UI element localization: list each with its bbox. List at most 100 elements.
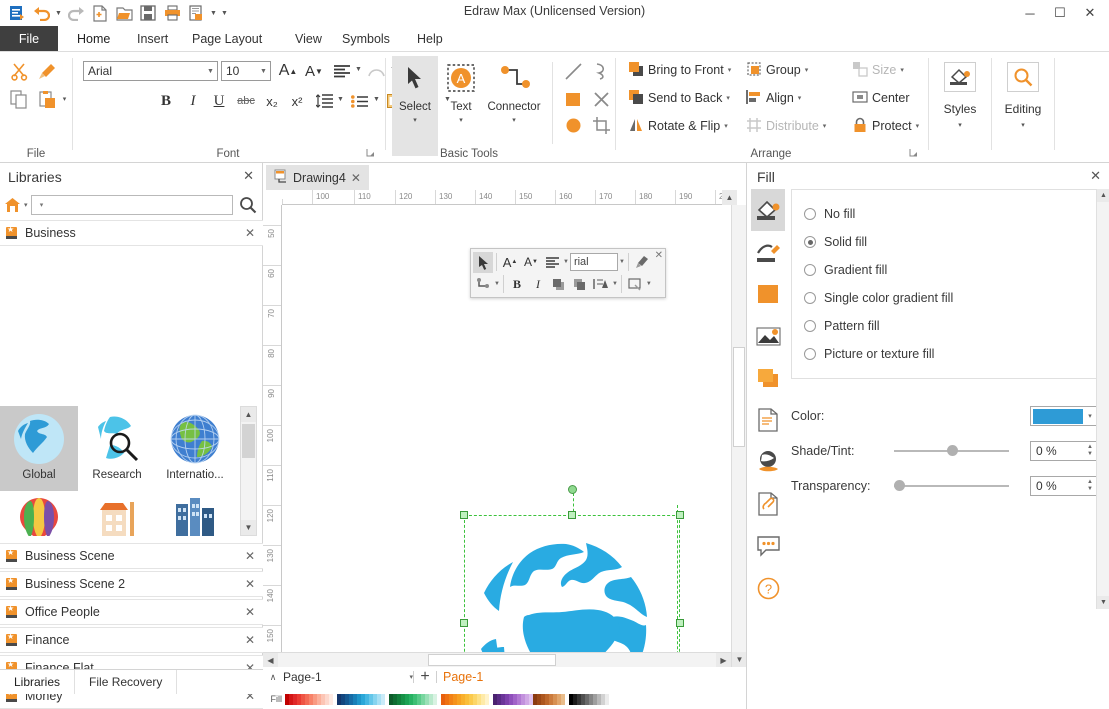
mini-format-painter-icon[interactable] — [632, 252, 652, 273]
group-button[interactable]: Group ▾ — [744, 58, 810, 82]
library-category-close[interactable]: ✕ — [245, 633, 255, 647]
font-size-combo[interactable]: 10 ▼ — [221, 61, 271, 81]
copy-icon[interactable] — [6, 88, 32, 110]
editing-caret[interactable]: ▾ — [1021, 121, 1025, 129]
library-category-office-people[interactable]: Office People ✕ — [0, 599, 263, 625]
mini-shrink-font-icon[interactable]: A ▼ — [521, 252, 541, 273]
cut-icon[interactable] — [6, 60, 32, 82]
shape-grid-scroll-thumb[interactable] — [242, 424, 255, 458]
align-caret[interactable]: ▾ — [798, 94, 802, 102]
grow-font-icon[interactable]: A ▲ — [276, 60, 300, 82]
bring-to-front-button[interactable]: Bring to Front ▾ — [626, 58, 733, 82]
transparency-spinner[interactable]: 0 % ▲ ▼ — [1030, 476, 1098, 496]
mini-align-left-caret[interactable]: ▼ — [612, 281, 618, 287]
shade-tint-slider[interactable] — [894, 444, 1009, 458]
shape-fill-icon[interactable] — [751, 273, 785, 315]
library-category-business-close[interactable]: ✕ — [245, 226, 255, 240]
subscript-icon[interactable]: x₂ — [262, 90, 282, 112]
document-tab-close[interactable]: ✕ — [351, 171, 361, 185]
fill-panel-scrollbar[interactable]: ▲ ▼ — [1096, 189, 1109, 609]
shade-tint-spinner[interactable]: 0 % ▲ ▼ — [1030, 441, 1098, 461]
protect-caret[interactable]: ▾ — [916, 122, 920, 130]
search-icon[interactable] — [233, 196, 263, 214]
mini-grow-font-icon[interactable]: A ▲ — [500, 252, 520, 273]
mini-bring-to-front-icon[interactable] — [549, 274, 569, 295]
picture-icon[interactable] — [751, 315, 785, 357]
drawing-page[interactable]: ✕ A ▲ A ▼ ▼ rial ▼ ▼ B I ▼ ▼ — [282, 205, 737, 667]
mini-align-icon[interactable] — [542, 252, 562, 273]
tab-symbols[interactable]: Symbols — [330, 26, 402, 52]
mini-connector-caret[interactable]: ▼ — [494, 281, 500, 287]
library-shape-international[interactable]: Internatio... — [156, 406, 234, 491]
mini-bold-icon[interactable]: B — [507, 274, 527, 295]
close-shape-icon[interactable] — [589, 88, 613, 110]
arc-tool-icon[interactable] — [589, 60, 613, 82]
shrink-font-icon[interactable]: A ▼ — [302, 60, 326, 82]
canvas-hscroll-left[interactable]: ◀ — [263, 653, 278, 667]
mini-align-left-icon[interactable] — [591, 274, 611, 295]
text-align-caret[interactable]: ▼ — [354, 66, 363, 73]
shape-grid-scrollbar[interactable]: ▲ ▼ — [240, 406, 257, 536]
library-shape-global[interactable]: Global — [0, 406, 78, 491]
page-selector[interactable]: Page-1 ▾ — [283, 669, 413, 686]
line-spacing-icon[interactable] — [313, 90, 335, 112]
strikethrough-icon[interactable]: abc — [234, 90, 258, 112]
line-pen-icon[interactable] — [751, 231, 785, 273]
select-tool-button[interactable]: Select ▾ — [392, 56, 438, 156]
library-shape-buildings[interactable] — [156, 491, 234, 536]
tab-home[interactable]: Home — [65, 26, 123, 52]
canvas-vertical-scrollbar[interactable]: ▼ — [731, 205, 747, 667]
shade-tint-increment[interactable]: ▲ — [1087, 444, 1093, 451]
fill-bucket-icon[interactable] — [751, 189, 785, 231]
bullets-caret[interactable]: ▼ — [372, 96, 381, 103]
protect-button[interactable]: Protect ▾ — [850, 114, 921, 138]
library-category-business[interactable]: Business ✕ — [0, 220, 263, 246]
center-button[interactable]: Center — [850, 86, 912, 110]
curved-text-icon[interactable] — [365, 60, 387, 82]
help-icon[interactable]: ? — [751, 567, 785, 609]
swatch[interactable] — [605, 693, 609, 705]
tab-view[interactable]: View — [283, 26, 334, 52]
transparency-decrement[interactable]: ▼ — [1087, 486, 1093, 493]
transparency-slider-thumb[interactable] — [894, 480, 905, 491]
fill-option-gradient-fill[interactable]: Gradient fill — [804, 256, 1105, 284]
text-tool-caret[interactable]: ▾ — [459, 116, 463, 124]
attachment-icon[interactable] — [751, 483, 785, 525]
font-size-caret[interactable]: ▼ — [257, 68, 270, 75]
selection-handle-ne[interactable] — [676, 511, 684, 519]
fill-option-single-color-gradient-fill[interactable]: Single color gradient fill — [804, 284, 1105, 312]
collapse-pages-icon[interactable]: ∧ — [263, 672, 283, 683]
shadow-icon[interactable] — [751, 357, 785, 399]
horizontal-ruler[interactable]: ) 100 110 120 130 140 150 160 170 180 19… — [282, 190, 737, 205]
mini-align-caret[interactable]: ▼ — [563, 259, 569, 265]
styles-caret[interactable]: ▾ — [958, 121, 962, 129]
tab-file-recovery[interactable]: File Recovery — [75, 670, 178, 694]
tab-file[interactable]: File — [0, 26, 58, 52]
line-tool-icon[interactable] — [561, 60, 585, 82]
line-spacing-caret[interactable]: ▼ — [336, 96, 345, 103]
styles-button[interactable]: Styles ▾ — [930, 62, 990, 129]
library-category-business-scene-2[interactable]: Business Scene 2 ✕ — [0, 571, 263, 597]
home-dropdown-caret[interactable]: ▾ — [24, 201, 28, 209]
search-input-caret[interactable]: ▾ — [36, 201, 48, 209]
connector-tool-caret[interactable]: ▾ — [512, 116, 516, 124]
font-family-caret[interactable]: ▼ — [204, 68, 217, 75]
globe-blue-shape[interactable] — [468, 519, 676, 667]
shade-tint-decrement[interactable]: ▼ — [1087, 451, 1093, 458]
library-shape-construction[interactable] — [78, 491, 156, 536]
mini-font-family-combo[interactable]: rial — [569, 253, 618, 271]
text-tool-button[interactable]: A Text ▾ — [438, 56, 484, 156]
align-button[interactable]: Align ▾ — [744, 86, 803, 110]
document-tab-drawing4[interactable]: Drawing4 ✕ — [266, 165, 369, 190]
fill-option-picture-or-texture-fill[interactable]: Picture or texture fill — [804, 340, 1105, 368]
color-picker-caret[interactable]: ▾ — [1083, 412, 1097, 420]
crop-tool-icon[interactable] — [589, 114, 613, 136]
selection-handle-nw[interactable] — [460, 511, 468, 519]
canvas-vscroll-thumb[interactable] — [733, 347, 745, 447]
document-properties-icon[interactable] — [751, 399, 785, 441]
color-picker-button[interactable]: ▾ — [1030, 406, 1098, 426]
group-caret[interactable]: ▾ — [805, 66, 809, 74]
format-painter-icon[interactable] — [34, 60, 60, 82]
hyperlink-globe-icon[interactable] — [751, 441, 785, 483]
mini-connector-icon[interactable] — [473, 274, 493, 295]
